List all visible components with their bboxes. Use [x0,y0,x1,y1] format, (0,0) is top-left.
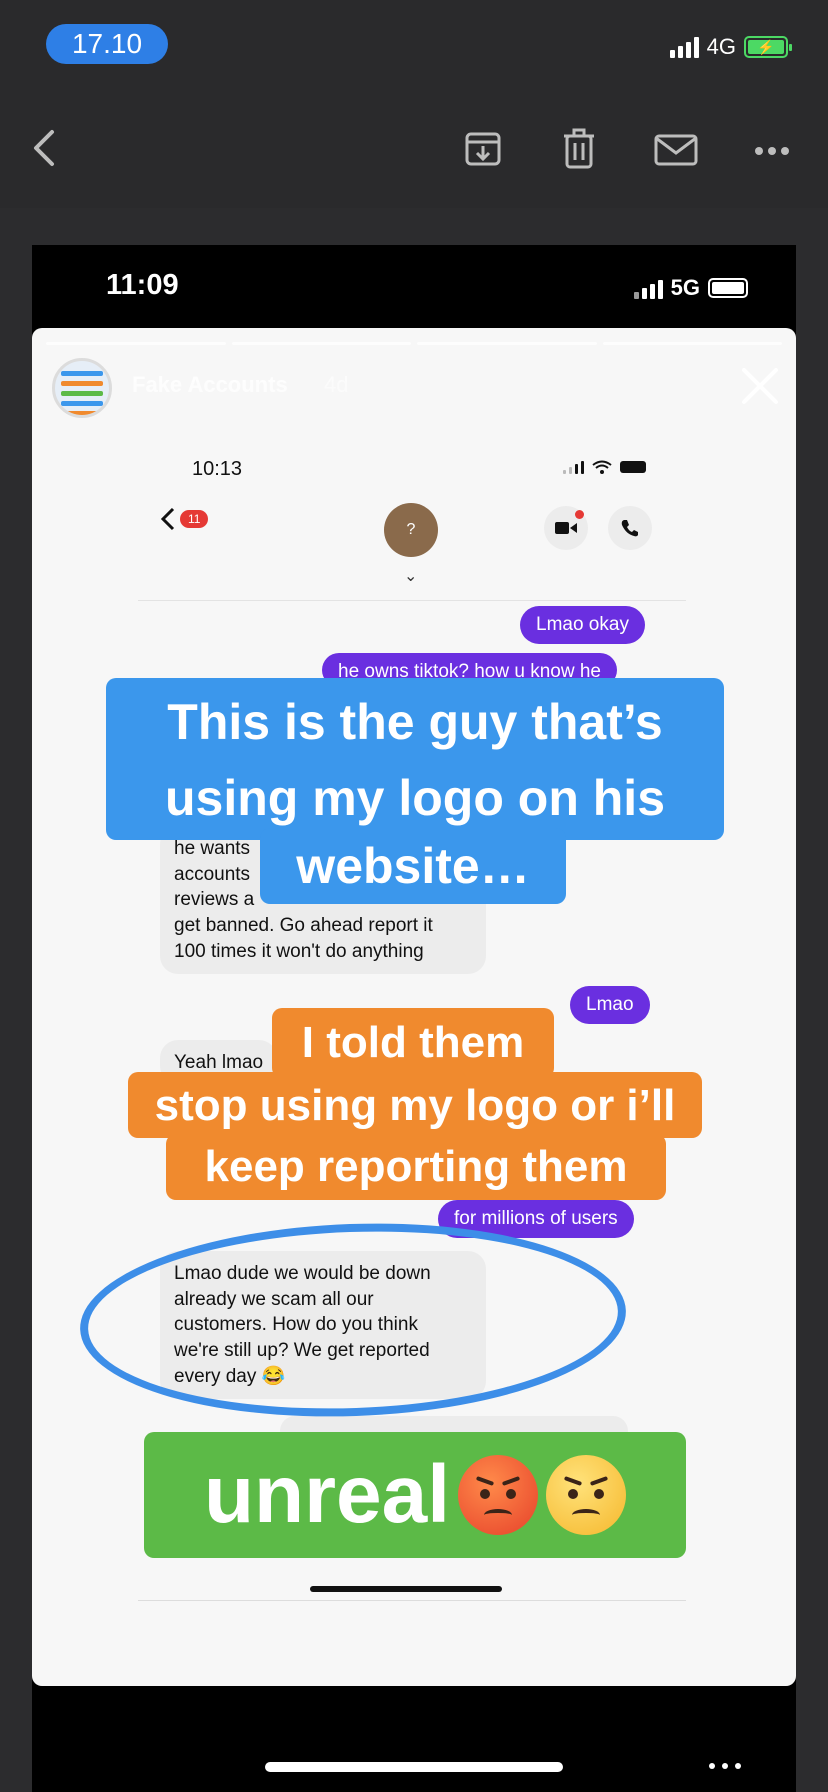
caption-line: This is the guy that’s [167,694,663,750]
inner-status-icons: 5G [633,275,748,301]
wifi-icon [592,460,612,474]
message-out: Lmao okay [520,606,645,644]
more-options-icon[interactable] [754,146,790,156]
angry-face-icon [458,1455,539,1535]
story-progress-bars [46,342,782,345]
caption-blue-text-3: website… [296,838,530,894]
caption-line: using my logo on his [165,770,665,826]
story-age: 4d [324,372,349,397]
outer-status-icons: 4G ⚡ [669,34,792,60]
network-label: 4G [706,34,736,59]
chat-status-icons [563,460,646,474]
story-card: Fake Accounts 4d 10:13 11 ? ⌄ Lmao okay … [32,328,796,1686]
story-account-name[interactable]: Fake Accounts [132,372,288,398]
chat-avatar[interactable]: ? [384,503,438,557]
story-avatar[interactable] [52,358,112,418]
annoyed-face-icon [546,1455,627,1535]
signal-icon [669,36,699,58]
back-chevron-icon[interactable] [30,128,60,168]
highlight-circle [76,1214,630,1426]
signal-icon [633,277,663,299]
chat-footer-line [138,1600,686,1601]
inner-home-indicator [310,1586,502,1592]
chat-back-button[interactable]: 11 [160,506,209,532]
caption-orange-text-2: stop using my logo or i’ll [154,1081,676,1130]
phone-icon [621,520,638,537]
chevron-down-icon[interactable]: ⌄ [404,566,417,586]
story-screenshot: 11:09 5G Fake Accounts 4d 10:13 11 ? ⌄ L… [32,245,796,1792]
close-icon[interactable] [740,366,780,406]
caption-orange-text-1: I told them [301,1018,525,1067]
caption-green: unreal [144,1432,686,1558]
video-call-button[interactable] [544,506,588,550]
outer-header: 17.10 4G ⚡ [0,0,828,208]
message-line: 100 times it won't do anything [174,940,424,962]
back-chevron-icon [160,507,175,531]
caption-blue-text: This is the guy that’s using my logo on … [106,684,724,836]
video-camera-icon [555,522,577,534]
battery-charging-icon: ⚡ [744,36,792,58]
home-indicator[interactable] [265,1762,563,1772]
trash-icon[interactable] [562,128,596,170]
message-out: Lmao [570,986,650,1024]
phone-call-button[interactable] [608,506,652,550]
mail-icon[interactable] [654,134,698,166]
more-options-icon[interactable] [708,1762,742,1770]
chat-status-time: 10:13 [192,458,243,480]
status-time-pill[interactable]: 17.10 [46,24,168,64]
chat-divider [138,600,686,601]
inner-status-time: 11:09 [106,269,179,301]
unread-badge: 11 [180,510,209,528]
battery-icon [708,278,748,298]
battery-icon [620,461,646,473]
archive-icon[interactable] [464,128,502,168]
caption-green-text: unreal [203,1449,451,1540]
message-line: get banned. Go ahead report it [174,914,433,936]
signal-icon [563,460,584,474]
caption-orange-text-3: keep reporting them [204,1142,628,1191]
network-label: 5G [670,275,700,300]
